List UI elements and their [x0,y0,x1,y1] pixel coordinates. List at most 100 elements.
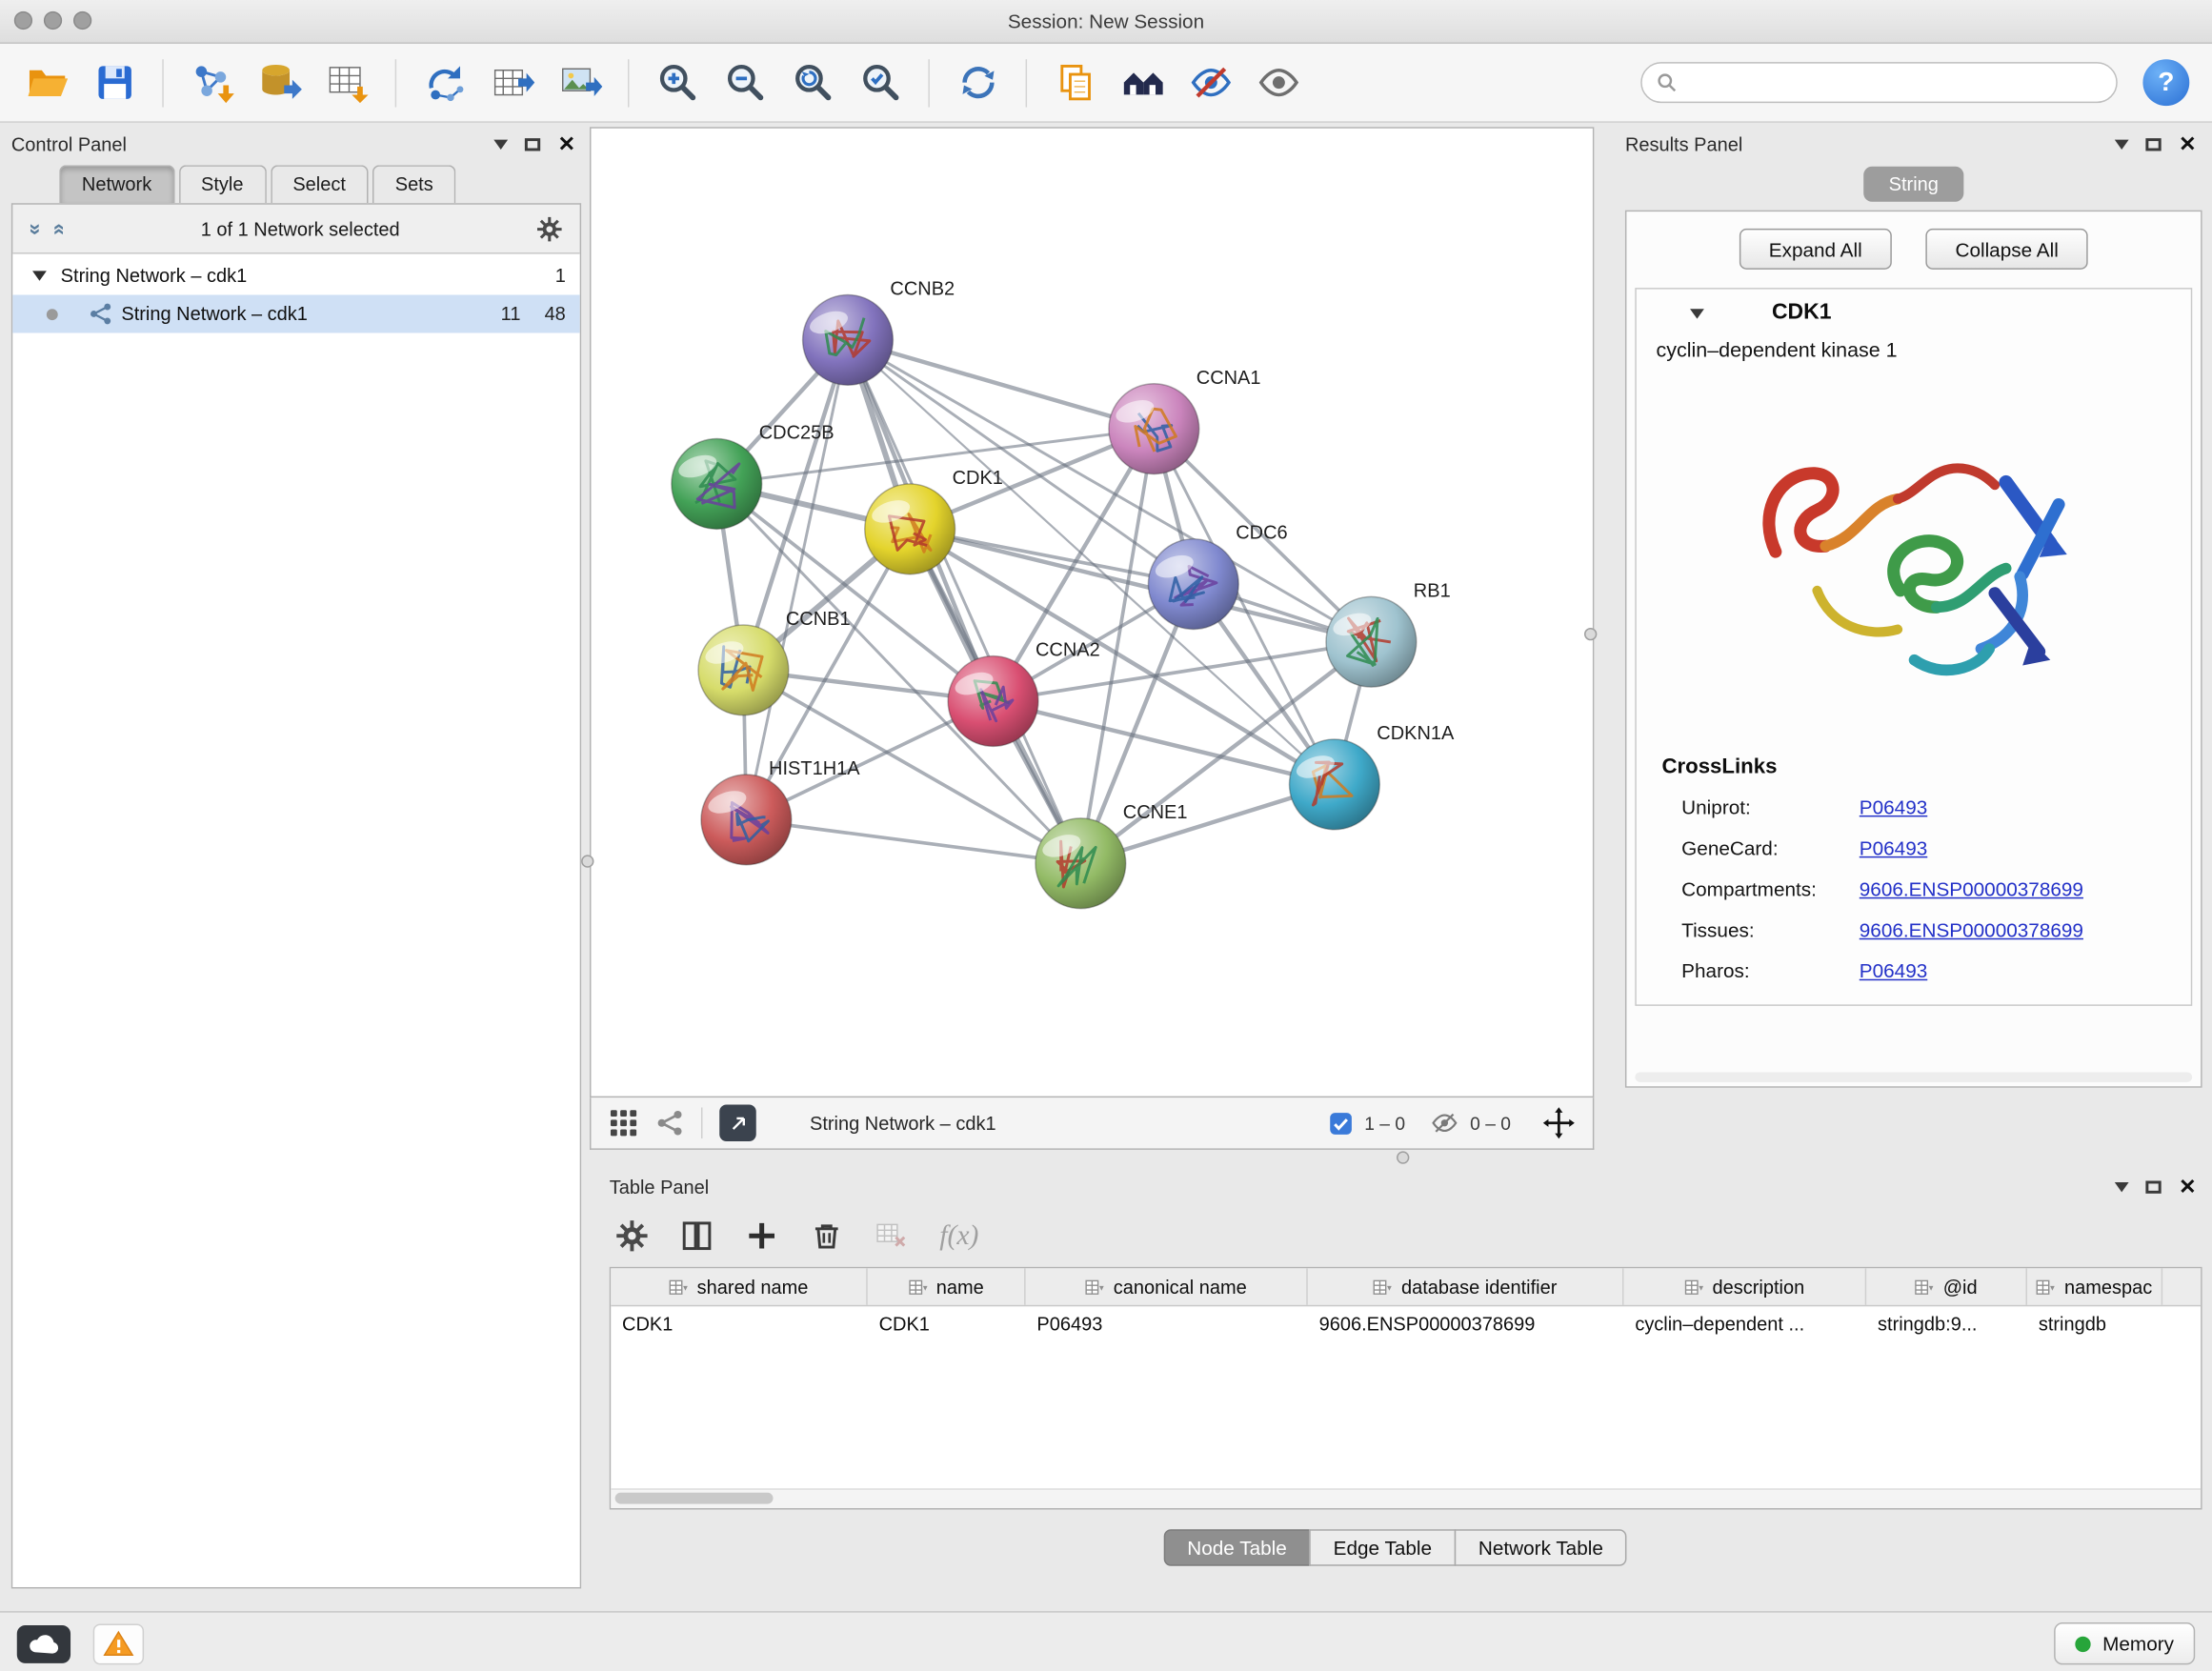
panel-float-icon[interactable] [526,137,541,150]
graph-node[interactable] [1326,596,1417,687]
graph-node[interactable] [701,775,792,865]
show-columns-icon[interactable] [680,1218,714,1253]
tab-node-table[interactable]: Node Table [1163,1529,1311,1566]
expand-all-networks-icon[interactable]: » [24,223,48,234]
column-header[interactable]: canonical name [1026,1268,1308,1305]
panel-close-icon[interactable]: ✕ [558,133,576,154]
graph-node[interactable] [948,656,1038,747]
tab-style[interactable]: Style [178,165,266,203]
network-canvas[interactable]: CCNB2CCNA1CDC25BCDK1CDC6RB1CCNB1CCNA2CDK… [590,127,1594,1097]
table-row[interactable]: CDK1CDK1P064939606.ENSP00000378699cyclin… [611,1306,2201,1343]
window-minimize-button[interactable] [44,11,62,30]
warnings-button[interactable] [93,1623,144,1664]
tab-string[interactable]: String [1863,166,1964,201]
table-hscrollbar[interactable] [611,1488,2201,1508]
memory-button[interactable]: Memory [2055,1622,2195,1664]
search-input[interactable] [1686,70,2102,94]
table-cell[interactable]: stringdb:9... [1866,1306,2027,1343]
network-row[interactable]: String Network – cdk1 11 48 [12,294,579,332]
zoom-selected-button[interactable] [848,51,913,113]
zoom-fit-button[interactable] [780,51,845,113]
table-cell[interactable]: CDK1 [611,1306,868,1343]
column-header[interactable]: @id [1866,1268,2027,1305]
export-image-button[interactable] [548,51,613,113]
graph-edge[interactable] [848,340,1154,429]
home-view-button[interactable] [1110,51,1175,113]
graph-edge[interactable] [746,340,848,819]
panel-menu-icon[interactable] [2115,139,2129,149]
window-zoom-button[interactable] [73,11,91,30]
zoom-out-button[interactable] [713,51,777,113]
add-column-icon[interactable] [745,1218,779,1253]
tab-sets[interactable]: Sets [372,165,455,203]
tab-select[interactable]: Select [271,165,369,203]
panel-menu-icon[interactable] [2115,1181,2129,1191]
open-session-button[interactable] [14,51,79,113]
hide-details-button[interactable] [1178,51,1243,113]
table-cell[interactable]: stringdb [2027,1306,2162,1343]
gear-icon[interactable] [536,215,563,242]
network-collection-row[interactable]: String Network – cdk1 1 [12,257,579,295]
panel-float-icon[interactable] [2146,1180,2162,1193]
import-network-database-button[interactable] [247,51,312,113]
graph-node[interactable] [1290,739,1380,830]
show-details-button[interactable] [1246,51,1311,113]
delete-column-icon[interactable] [810,1218,844,1253]
column-header[interactable]: description [1623,1268,1866,1305]
crosslink-value-link[interactable]: 9606.ENSP00000378699 [1860,877,2191,900]
tab-network-table[interactable]: Network Table [1455,1529,1627,1566]
splitter-handle[interactable] [581,855,593,867]
graph-node[interactable] [865,484,955,574]
graph-node[interactable] [672,439,762,530]
graph-node[interactable] [1109,384,1199,474]
table-cell[interactable]: P06493 [1026,1306,1308,1343]
results-scrollbar[interactable] [1635,1072,2192,1081]
panel-close-icon[interactable]: ✕ [2179,133,2197,154]
column-header[interactable]: name [868,1268,1026,1305]
window-close-button[interactable] [14,11,32,30]
panel-menu-icon[interactable] [494,139,509,149]
tab-edge-table[interactable]: Edge Table [1309,1529,1456,1566]
apply-layout-button[interactable] [945,51,1010,113]
duplicate-network-button[interactable] [1042,51,1107,113]
graph-edge[interactable] [848,340,1080,863]
crosslink-value-link[interactable]: P06493 [1860,836,2191,859]
network-share-icon[interactable] [656,1109,685,1137]
collapse-all-networks-icon[interactable]: » [47,223,70,234]
help-button[interactable]: ? [2142,59,2189,106]
column-header[interactable]: shared name [611,1268,868,1305]
splitter-handle[interactable] [1584,628,1597,640]
cloud-button[interactable] [17,1624,70,1662]
grid-view-icon[interactable] [608,1107,639,1138]
column-header[interactable]: namespac [2027,1268,2162,1305]
save-session-button[interactable] [82,51,147,113]
tree-expander-icon[interactable] [32,271,47,280]
splitter-handle[interactable] [1397,1151,1409,1163]
export-table-button[interactable] [479,51,544,113]
table-cell[interactable]: CDK1 [868,1306,1026,1343]
collapse-all-button[interactable]: Collapse All [1925,229,2088,270]
pan-crosshair-icon[interactable] [1542,1106,1577,1140]
expand-all-button[interactable]: Expand All [1739,229,1892,270]
gene-section-header[interactable]: CDK1 [1637,290,2191,337]
graph-node[interactable] [1148,539,1238,630]
import-table-button[interactable] [314,51,379,113]
column-header[interactable]: database identifier [1308,1268,1624,1305]
graph-node[interactable] [803,294,894,385]
tab-network[interactable]: Network [59,165,174,203]
crosslink-value-link[interactable]: P06493 [1860,959,2191,982]
new-network-button[interactable] [412,51,476,113]
section-expander-icon[interactable] [1690,309,1704,318]
crosslink-value-link[interactable]: 9606.ENSP00000378699 [1860,918,2191,941]
birdseye-view-button[interactable] [719,1105,756,1142]
zoom-in-button[interactable] [645,51,710,113]
crosslink-value-link[interactable]: P06493 [1860,795,2191,818]
graph-node[interactable] [698,625,789,715]
gear-icon[interactable] [615,1218,650,1253]
table-cell[interactable]: 9606.ENSP00000378699 [1308,1306,1624,1343]
graph-edge[interactable] [746,819,1080,863]
panel-float-icon[interactable] [2146,137,2162,150]
panel-close-icon[interactable]: ✕ [2179,1176,2197,1197]
table-cell[interactable]: cyclin–dependent ... [1623,1306,1866,1343]
graph-node[interactable] [1036,818,1126,909]
